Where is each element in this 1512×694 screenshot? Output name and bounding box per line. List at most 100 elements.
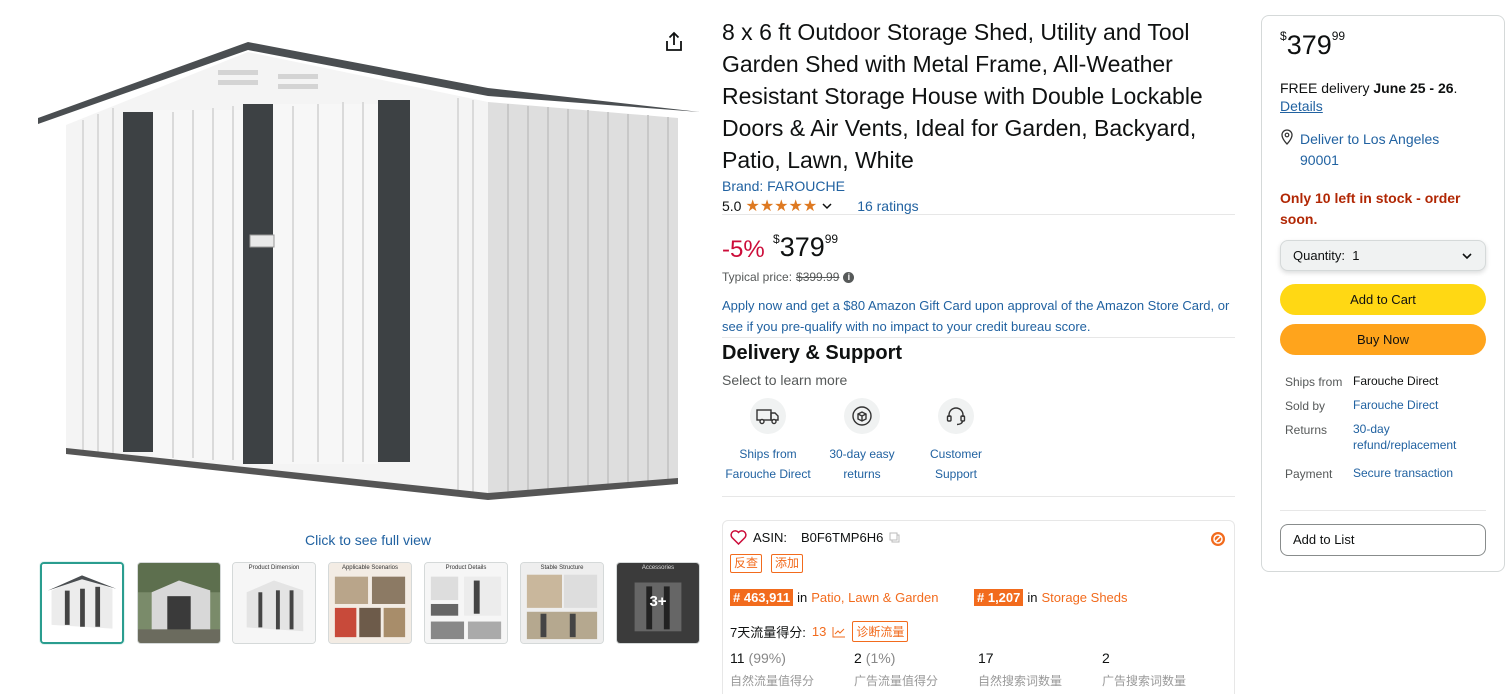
info-icon[interactable]: i: [843, 271, 855, 283]
quantity-select[interactable]: Quantity: 1: [1280, 240, 1486, 271]
product-title: 8 x 6 ft Outdoor Storage Shed, Utility a…: [722, 19, 1203, 173]
trend-chart-icon[interactable]: [832, 626, 846, 638]
stat-label: 自然搜索词数量: [978, 674, 1063, 688]
support-customer[interactable]: Customer Support: [909, 398, 1003, 484]
thumbnail-caption: Applicable Scenarios: [341, 565, 399, 571]
payment-link[interactable]: Secure transaction: [1353, 465, 1483, 481]
price: $37999: [773, 232, 838, 263]
add-to-list-button[interactable]: Add to List: [1280, 524, 1486, 556]
support-ships-from[interactable]: Ships from Farouche Direct: [721, 398, 815, 484]
returns-label: Returns: [1285, 423, 1328, 437]
traffic-value: 13: [811, 624, 827, 639]
delivery-dates: June 25 - 26: [1373, 80, 1454, 96]
quantity-value: 1: [1352, 248, 1360, 263]
sold-by-label: Sold by: [1285, 399, 1326, 413]
ships-from-label: Ships from: [1285, 375, 1343, 389]
delivery-support-subheading: Select to learn more: [722, 372, 848, 388]
stat-organic-score: 11 (99%): [730, 650, 786, 666]
returns-link[interactable]: 30-day refund/replacement: [1353, 421, 1483, 453]
rank-category-1: # 463,911 in Patio, Lawn & Garden: [730, 589, 938, 606]
sold-by-link[interactable]: Farouche Direct: [1353, 397, 1483, 413]
traffic-label: 7天流量得分:: [730, 625, 806, 640]
stat-ad-score: 2 (1%): [854, 650, 896, 666]
ships-from-value: Farouche Direct: [1353, 374, 1439, 388]
delivery-support-heading: Delivery & Support: [722, 342, 903, 364]
reverse-lookup-button[interactable]: 反查: [730, 554, 763, 573]
stat-organic-keywords: 17: [978, 650, 994, 666]
seller-plugin-panel: [722, 520, 1235, 694]
truck-icon: [750, 398, 786, 434]
thumbnail-4[interactable]: Applicable Scenarios: [328, 562, 412, 644]
rank-number: # 1,207: [974, 589, 1024, 606]
full-view-link[interactable]: Click to see full view: [305, 532, 431, 548]
thumbnail-1[interactable]: [40, 562, 124, 644]
discount-percent: -5%: [722, 236, 765, 263]
thumbnail-2[interactable]: [137, 562, 221, 644]
price-whole: 379: [779, 232, 825, 262]
stat-ad-keywords: 2: [1102, 650, 1110, 666]
rank-category-link[interactable]: Patio, Lawn & Garden: [811, 590, 938, 605]
rank-category-2: # 1,207 in Storage Sheds: [974, 589, 1128, 606]
thumbnail-caption: Accessories: [641, 565, 675, 571]
buybox-price: $37999: [1280, 29, 1346, 60]
divider: [1280, 510, 1486, 511]
rank-number: # 463,911: [730, 589, 794, 606]
delivery-details-link[interactable]: Details: [1280, 98, 1323, 114]
traffic-score-row: 7天流量得分: 13 诊断流量: [730, 621, 909, 642]
rating-row: 5.0 ★★★★★ 16 ratings: [722, 197, 919, 215]
payment-label: Payment: [1285, 467, 1333, 481]
support-label: Ships from Farouche Direct: [725, 447, 811, 481]
chevron-down-icon[interactable]: [821, 200, 833, 212]
plugin-logo-icon[interactable]: [1210, 531, 1226, 552]
copy-icon[interactable]: [889, 532, 900, 543]
thumbnail-more[interactable]: Accessories 3+: [616, 562, 700, 644]
stat-label: 自然流量值得分: [730, 674, 815, 688]
free-delivery: FREE delivery June 25 - 26.: [1280, 80, 1458, 96]
share-icon[interactable]: [662, 30, 686, 54]
heart-icon[interactable]: [730, 530, 747, 545]
divider: [722, 214, 1235, 215]
returns-box-icon: [844, 398, 880, 434]
stat-label: 广告流量值得分: [854, 674, 939, 688]
add-button[interactable]: 添加: [771, 554, 804, 573]
chevron-down-icon: [1462, 252, 1472, 259]
asin-row: ASIN: B0F6TMP6H6: [730, 530, 900, 545]
stock-status: Only 10 left in stock - order soon.: [1280, 190, 1461, 227]
typical-price-label: Typical price:: [722, 270, 793, 284]
asin-value: B0F6TMP6H6: [800, 530, 884, 545]
divider: [722, 337, 1235, 338]
thumbnail-caption: Product Details: [445, 565, 487, 571]
main-product-image[interactable]: [38, 40, 700, 500]
add-to-cart-button[interactable]: Add to Cart: [1280, 284, 1486, 315]
rank-in: in: [1027, 590, 1038, 605]
headset-icon: [938, 398, 974, 434]
quantity-label: Quantity:: [1293, 248, 1346, 263]
price-currency: $: [773, 232, 780, 246]
support-label: 30-day easy returns: [829, 447, 895, 481]
support-returns[interactable]: 30-day easy returns: [815, 398, 909, 484]
divider: [722, 496, 1235, 497]
asin-label: ASIN:: [753, 530, 787, 545]
diagnose-traffic-button[interactable]: 诊断流量: [852, 621, 909, 642]
rating-value: 5.0: [722, 198, 742, 214]
thumbnail-5[interactable]: Product Details: [424, 562, 508, 644]
store-card-offer-link[interactable]: Apply now and get a $80 Amazon Gift Card…: [722, 295, 1234, 337]
brand-link[interactable]: Brand: FAROUCHE: [722, 178, 845, 194]
price-fraction: 99: [824, 232, 839, 246]
thumbnail-caption: Stable Structure: [540, 565, 584, 571]
deliver-to-link[interactable]: Deliver to Los Angeles 90001: [1280, 129, 1470, 171]
location-pin-icon: [1281, 129, 1293, 145]
thumbnail-6[interactable]: Stable Structure: [520, 562, 604, 644]
support-label: Customer Support: [929, 447, 982, 481]
rank-category-link[interactable]: Storage Sheds: [1042, 590, 1128, 605]
thumbnail-caption: Product Dimension: [248, 565, 300, 571]
typical-price: Typical price: $399.99 i: [722, 270, 855, 284]
buy-now-button[interactable]: Buy Now: [1280, 324, 1486, 355]
rank-in: in: [797, 590, 808, 605]
ratings-count-link[interactable]: 16 ratings: [857, 198, 918, 214]
typical-price-value: $399.99: [796, 270, 840, 284]
star-rating-icon[interactable]: ★★★★★: [745, 196, 817, 216]
more-images-count: 3+: [649, 593, 667, 610]
stat-label: 广告搜索词数量: [1102, 674, 1187, 688]
thumbnail-3[interactable]: Product Dimension: [232, 562, 316, 644]
